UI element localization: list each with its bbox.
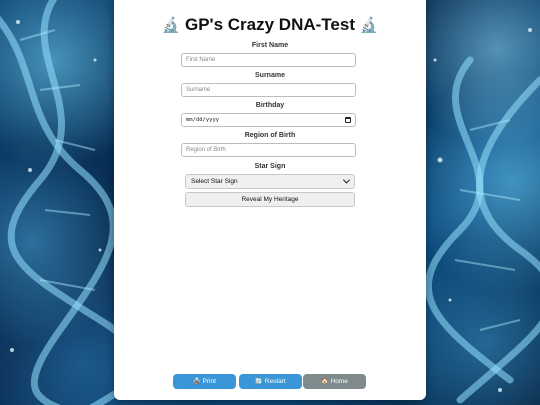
printer-icon: 🖨️ [193, 379, 201, 385]
region-of-birth-input[interactable]: Region of Birth [181, 143, 356, 157]
home-button-label: Home [330, 378, 348, 385]
microscope-icon: 🔬 [359, 17, 379, 34]
calendar-icon[interactable] [345, 117, 351, 123]
print-button-label: Print [202, 378, 216, 385]
birthday-date-input[interactable]: mm/dd/yyyy [181, 113, 356, 127]
star-sign-selected-value: Select Star Sign [191, 178, 238, 185]
page-title: 🔬 GP's Crazy DNA-Test 🔬 [114, 15, 426, 35]
region-label: Region of Birth [244, 132, 296, 139]
microscope-icon: 🔬 [161, 17, 181, 34]
restart-button[interactable]: 🔄 Restart [239, 374, 302, 389]
star-sign-select[interactable]: Select Star Sign [185, 174, 355, 189]
restart-button-label: Restart [264, 378, 286, 385]
refresh-icon: 🔄 [255, 379, 263, 385]
dna-test-card: 🔬 GP's Crazy DNA-Test 🔬 First Name First… [114, 0, 426, 400]
reveal-heritage-button[interactable]: Reveal My Heritage [185, 192, 355, 207]
home-button[interactable]: 🏠 Home [303, 374, 366, 389]
page-title-text: GP's Crazy DNA-Test [185, 15, 355, 34]
chevron-down-icon [342, 176, 351, 184]
surname-input[interactable]: Surname [181, 83, 356, 97]
first-name-label: First Name [251, 42, 289, 49]
house-icon: 🏠 [321, 379, 329, 385]
star-sign-label: Star Sign [254, 163, 286, 170]
birthday-placeholder: mm/dd/yyyy [186, 117, 220, 123]
first-name-input[interactable]: First Name [181, 53, 356, 67]
print-button[interactable]: 🖨️ Print [173, 374, 236, 389]
birthday-label: Birthday [255, 102, 285, 109]
surname-label: Surname [255, 72, 285, 79]
